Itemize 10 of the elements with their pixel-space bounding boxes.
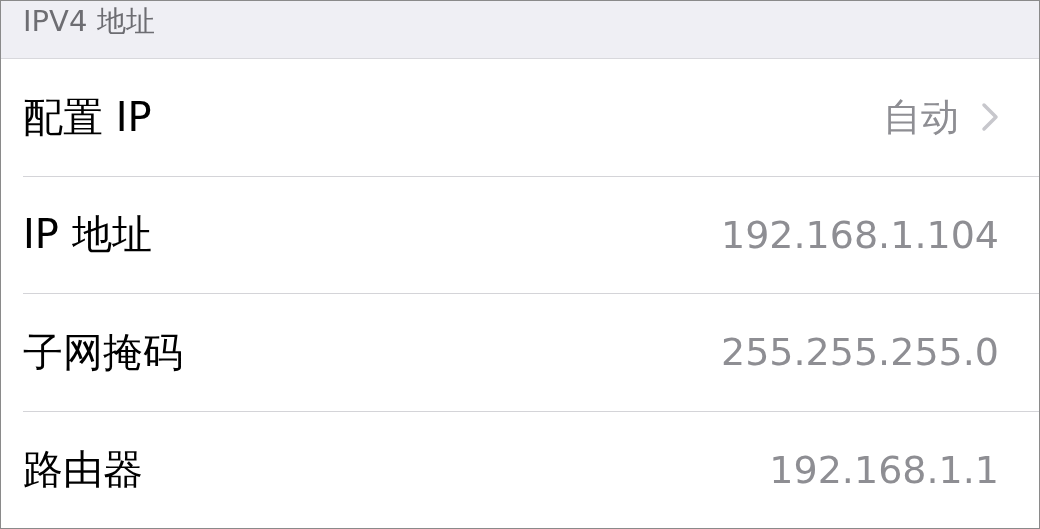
row-value: 255.255.255.0 bbox=[721, 330, 999, 375]
chevron-icon bbox=[981, 102, 999, 133]
row-label: 子网掩码 bbox=[23, 327, 183, 377]
row-value: 192.168.1.1 bbox=[769, 447, 999, 492]
section-header: IPV4 地址 bbox=[23, 3, 155, 40]
row-label: IP 地址 bbox=[23, 210, 152, 260]
row-value: 自动 bbox=[883, 93, 959, 141]
row-label: 路由器 bbox=[23, 445, 143, 495]
row-value: 192.168.1.104 bbox=[721, 212, 999, 257]
row-label: 配置 IP bbox=[23, 92, 152, 142]
